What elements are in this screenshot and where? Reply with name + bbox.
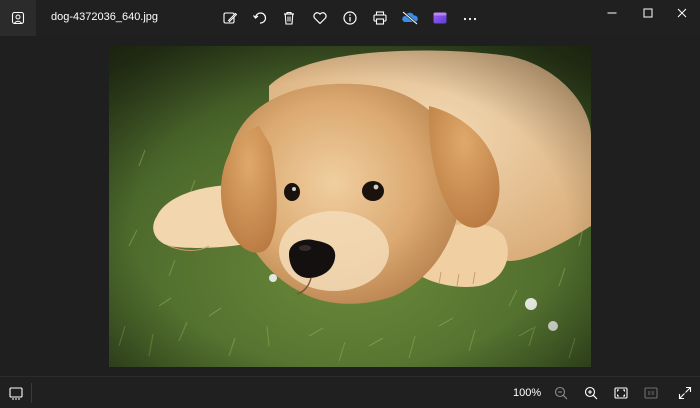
maximize-icon[interactable] <box>630 0 666 26</box>
minimize-icon[interactable] <box>594 0 630 26</box>
close-icon[interactable] <box>664 0 700 26</box>
filmstrip-icon[interactable] <box>7 384 25 402</box>
print-icon[interactable] <box>370 8 390 28</box>
more-options-icon[interactable] <box>460 8 480 28</box>
title-toolbar: dog-4372036_640.jpg <box>0 0 700 36</box>
zoom-in-icon[interactable] <box>582 384 600 402</box>
delete-icon[interactable] <box>279 8 299 28</box>
toolbar-divider <box>31 383 32 403</box>
file-name-title: dog-4372036_640.jpg <box>51 11 159 23</box>
actual-size-icon[interactable] <box>642 384 660 402</box>
rotate-icon[interactable] <box>250 8 270 28</box>
zoom-out-icon[interactable] <box>552 384 570 402</box>
zoom-level-label[interactable]: 100% <box>513 387 541 399</box>
fit-to-window-icon[interactable] <box>612 384 630 402</box>
file-info-icon[interactable] <box>340 8 360 28</box>
photos-app-window: dog-4372036_640.jpg 100% <box>0 0 700 408</box>
bottom-status-bar: 100% <box>0 376 700 408</box>
clipchamp-icon[interactable] <box>430 8 450 28</box>
edit-image-icon[interactable] <box>220 8 240 28</box>
onedrive-sync-off-icon[interactable] <box>400 8 420 28</box>
fullscreen-icon[interactable] <box>676 384 694 402</box>
photos-app-icon[interactable] <box>0 0 36 36</box>
image-canvas <box>0 36 700 376</box>
favorite-heart-icon[interactable] <box>310 8 330 28</box>
dog-photo <box>109 46 591 367</box>
